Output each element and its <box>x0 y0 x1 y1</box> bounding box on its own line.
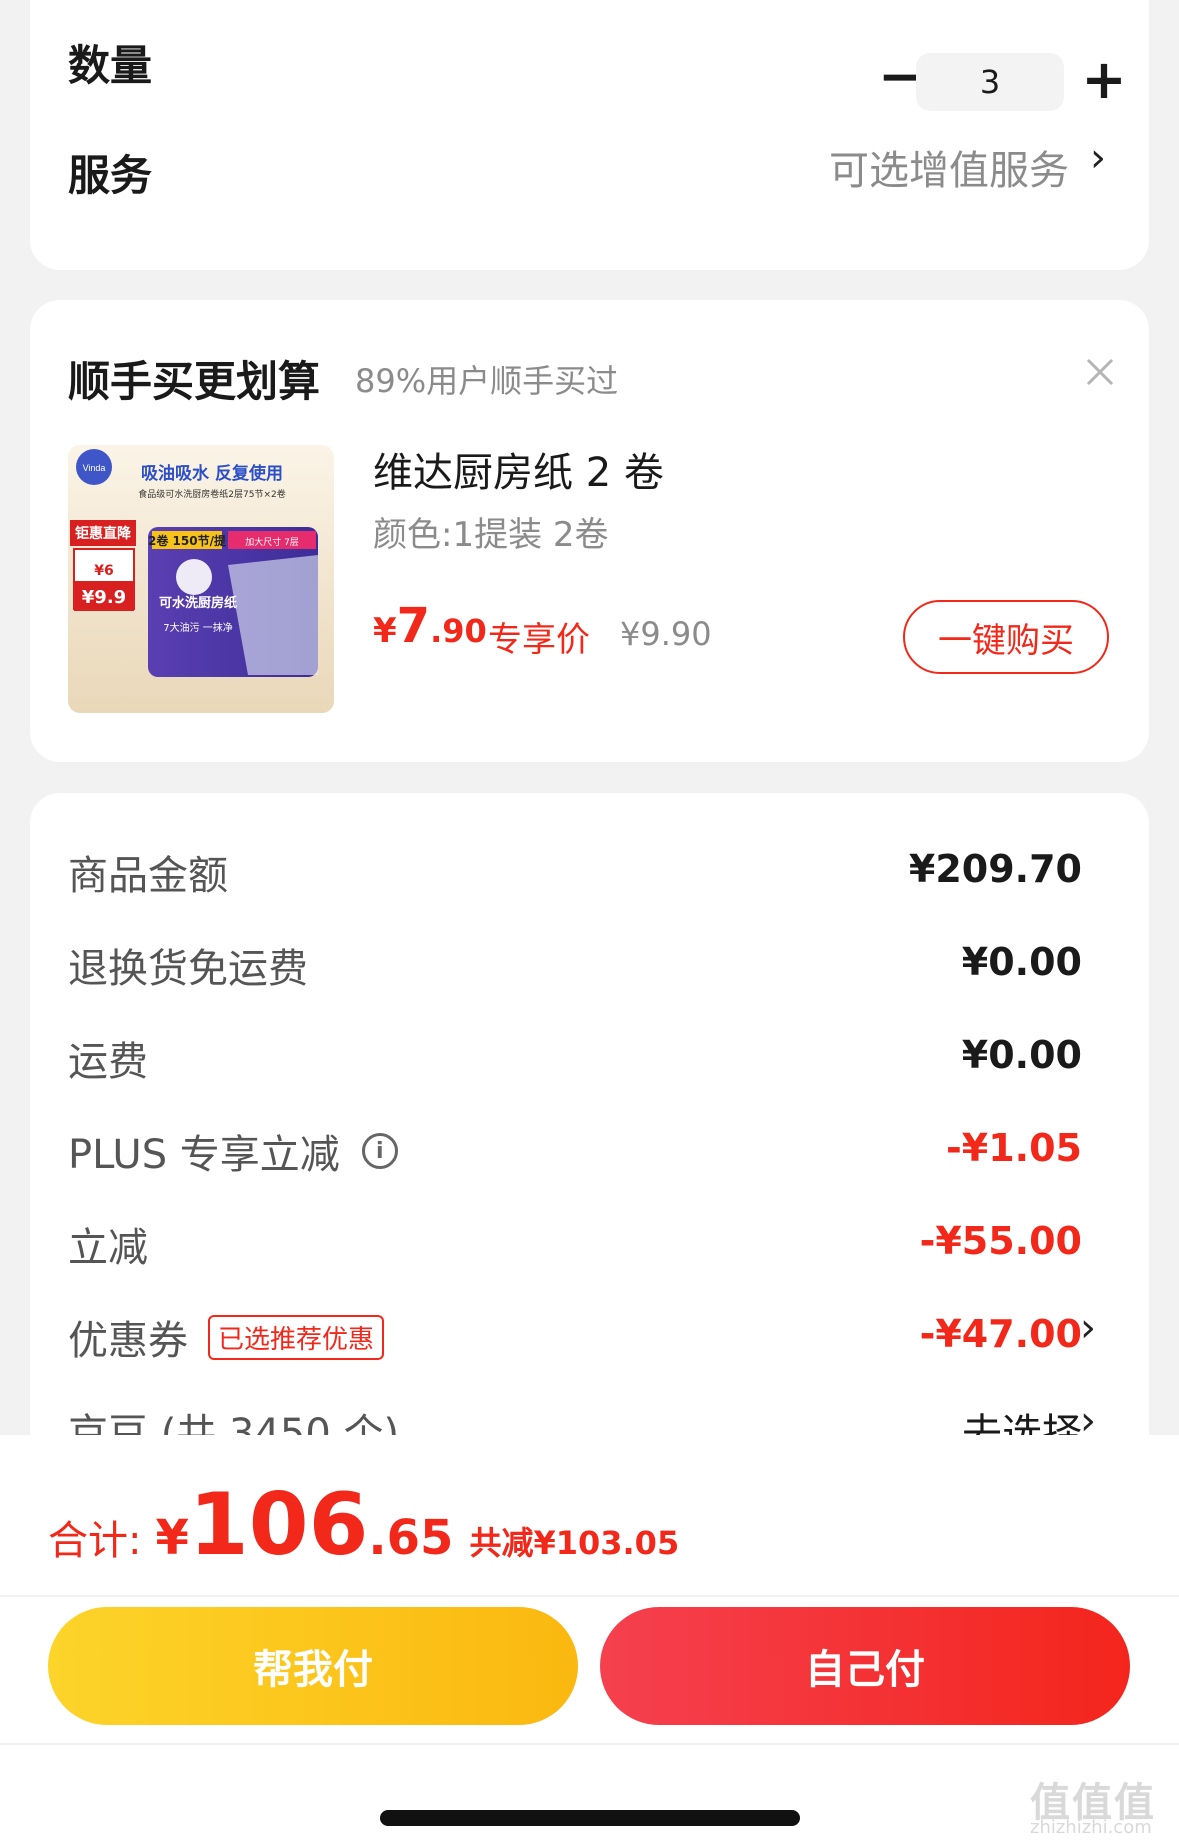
original-price: ¥9.90 <box>620 615 712 653</box>
product-spec: 颜色:1提装 2卷 <box>373 515 609 555</box>
price-integer: 7 <box>396 598 431 654</box>
fee-row-return-shipping: 退换货免运费 ¥0.00 <box>68 936 1082 996</box>
service-label: 服务 <box>68 151 153 200</box>
fee-label: 优惠券 已选推荐优惠 <box>68 1308 385 1366</box>
fee-row-instant-discount: 立减 -¥55.00 <box>68 1215 1082 1275</box>
total-label: 合计: <box>48 1518 142 1564</box>
product-price: ¥ 7 .90 <box>373 598 487 654</box>
fee-value: ¥0.00 <box>961 1033 1082 1077</box>
addon-subtitle: 89%用户顺手买过 <box>355 362 619 400</box>
watermark-domain: zhizhizhi.com <box>1030 1817 1152 1838</box>
price-currency: ¥ <box>373 611 397 651</box>
brand-text: Vinda <box>83 463 106 473</box>
addon-card: 顺手买更划算 89%用户顺手买过 Vinda 吸油吸水 反复使用 食品级可水洗厨… <box>30 300 1149 762</box>
fee-row-plus-discount: PLUS 专享立减 i -¥1.05 <box>68 1122 1082 1182</box>
fee-label: 立减 <box>68 1225 148 1271</box>
fee-label: 退换货免运费 <box>68 946 308 992</box>
checkout-footer: 合计: ¥ 106 .65 共减¥103.05 帮我付 自己付 值值值 zhiz… <box>0 1435 1179 1846</box>
fee-row-shipping: 运费 ¥0.00 <box>68 1029 1082 1089</box>
image-headline: 吸油吸水 反复使用 <box>141 463 283 484</box>
fee-breakdown-card: 商品金额 ¥209.70 退换货免运费 ¥0.00 运费 ¥0.00 PLUS … <box>30 793 1149 1493</box>
service-value[interactable]: 可选增值服务 <box>829 138 1069 196</box>
image-promo-small: ¥6 <box>94 563 113 579</box>
fee-value: ¥0.00 <box>961 940 1082 984</box>
quantity-input[interactable]: 3 <box>916 53 1064 111</box>
total-saved[interactable]: 共减¥103.05 <box>469 1518 679 1564</box>
divider <box>0 1595 1179 1597</box>
fee-label-text: 优惠券 <box>68 1318 188 1364</box>
fee-label-text: PLUS 专享立减 <box>68 1132 340 1178</box>
product-image[interactable]: Vinda 吸油吸水 反复使用 食品级可水洗厨房卷纸2层75节×2卷 2卷 15… <box>68 445 334 713</box>
close-icon[interactable] <box>1080 352 1120 392</box>
fee-value: ¥209.70 <box>908 847 1082 891</box>
fee-label: 运费 <box>68 1039 148 1085</box>
exclusive-price-tag: 专享价 <box>488 620 590 660</box>
quantity-service-card: 数量 − 3 + 服务 可选增值服务 › <box>30 0 1149 270</box>
image-promo-price: ¥9.9 <box>82 587 126 608</box>
image-product-label: 可水洗厨房纸 <box>159 595 237 611</box>
divider <box>0 1743 1179 1745</box>
addon-title: 顺手买更划算 <box>68 357 321 406</box>
total-integer: 106 <box>188 1475 369 1575</box>
home-indicator[interactable] <box>380 1810 800 1826</box>
fee-value: -¥47.00 <box>919 1312 1082 1356</box>
fee-value: -¥55.00 <box>919 1219 1082 1263</box>
fee-row-coupon[interactable]: 优惠券 已选推荐优惠 -¥47.00 <box>68 1308 1082 1368</box>
image-feature: 7大油污 一抹净 <box>163 621 233 634</box>
price-decimal: .90 <box>430 612 487 650</box>
product-name[interactable]: 维达厨房纸 2 卷 <box>373 440 664 498</box>
image-size: 加大尺寸 7层 <box>245 536 299 548</box>
fee-row-goods-amount: 商品金额 ¥209.70 <box>68 843 1082 903</box>
fee-label: 商品金额 <box>68 853 228 899</box>
image-subline: 食品级可水洗厨房卷纸2层75节×2卷 <box>138 488 285 500</box>
image-promo: 钜惠直降 <box>75 525 132 542</box>
chevron-right-icon[interactable]: › <box>1080 1305 1096 1351</box>
coupon-badge: 已选推荐优惠 <box>208 1314 385 1360</box>
fee-label: PLUS 专享立减 i <box>68 1122 398 1180</box>
quantity-plus-button[interactable]: + <box>1074 50 1134 110</box>
self-pay-button[interactable]: 自己付 <box>600 1607 1130 1725</box>
one-click-buy-button[interactable]: 一键购买 <box>903 600 1109 674</box>
chevron-right-icon[interactable]: › <box>1090 135 1106 181</box>
total-price: 合计: ¥ 106 .65 共减¥103.05 <box>48 1475 679 1575</box>
info-icon[interactable]: i <box>361 1133 398 1169</box>
total-currency: ¥ <box>155 1510 189 1566</box>
total-decimal: .65 <box>368 1510 454 1566</box>
fee-value: -¥1.05 <box>946 1126 1082 1170</box>
quantity-label: 数量 <box>68 41 153 90</box>
image-count: 2卷 150节/提 <box>148 533 227 548</box>
help-pay-button[interactable]: 帮我付 <box>48 1607 578 1725</box>
